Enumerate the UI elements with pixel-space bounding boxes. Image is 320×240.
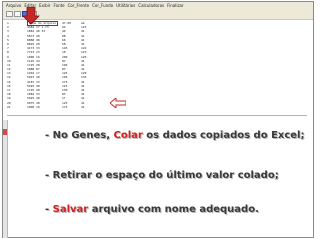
highlight-colar: Colar bbox=[113, 130, 143, 141]
menu-item-6[interactable]: Utilitários bbox=[116, 3, 135, 8]
menu-item-3[interactable]: Fonte bbox=[53, 3, 64, 8]
arrow-left-icon bbox=[110, 98, 126, 108]
instruction-remove-space: - Retirar o espaço do último valor colad… bbox=[45, 170, 279, 181]
arrow-down-icon bbox=[23, 7, 40, 25]
left-panel-strip bbox=[3, 120, 8, 238]
menu-item-0[interactable]: Arquivo bbox=[6, 3, 21, 8]
toolbar-button-open[interactable] bbox=[14, 11, 21, 17]
table-cell: 41 bbox=[81, 104, 85, 109]
table-cell: 175 bbox=[62, 104, 68, 109]
data-grid[interactable]: 1 Nome do arquivo 47.00 ab 2 4382 17 1.73 62 12… bbox=[7, 21, 147, 109]
left-marker bbox=[3, 129, 7, 135]
menu-item-5[interactable]: Cor_Fundo bbox=[92, 3, 113, 8]
highlight-salvar: Salvar bbox=[52, 204, 89, 215]
toolbar bbox=[3, 10, 313, 20]
toolbar-button-new[interactable] bbox=[6, 11, 13, 17]
menu-item-7[interactable]: Calculadoras bbox=[138, 3, 164, 8]
genes-editor-window: Arquivo Editar Exibir Fonte Cor_Frente Cor_Fu… bbox=[2, 1, 314, 238]
table-row: 21 1000 16 175 41 bbox=[7, 105, 147, 109]
menu-item-8[interactable]: Finalizar bbox=[167, 3, 184, 8]
menu-item-4[interactable]: Cor_Frente bbox=[68, 3, 89, 8]
table-cell: 1000 16 bbox=[27, 104, 40, 109]
table-cell: 21 bbox=[7, 104, 11, 109]
divider bbox=[7, 115, 307, 116]
instruction-save: - Salvar arquivo com nome adequado. bbox=[45, 204, 259, 215]
instruction-paste: - No Genes, Colar os dados copiados do E… bbox=[45, 130, 305, 141]
